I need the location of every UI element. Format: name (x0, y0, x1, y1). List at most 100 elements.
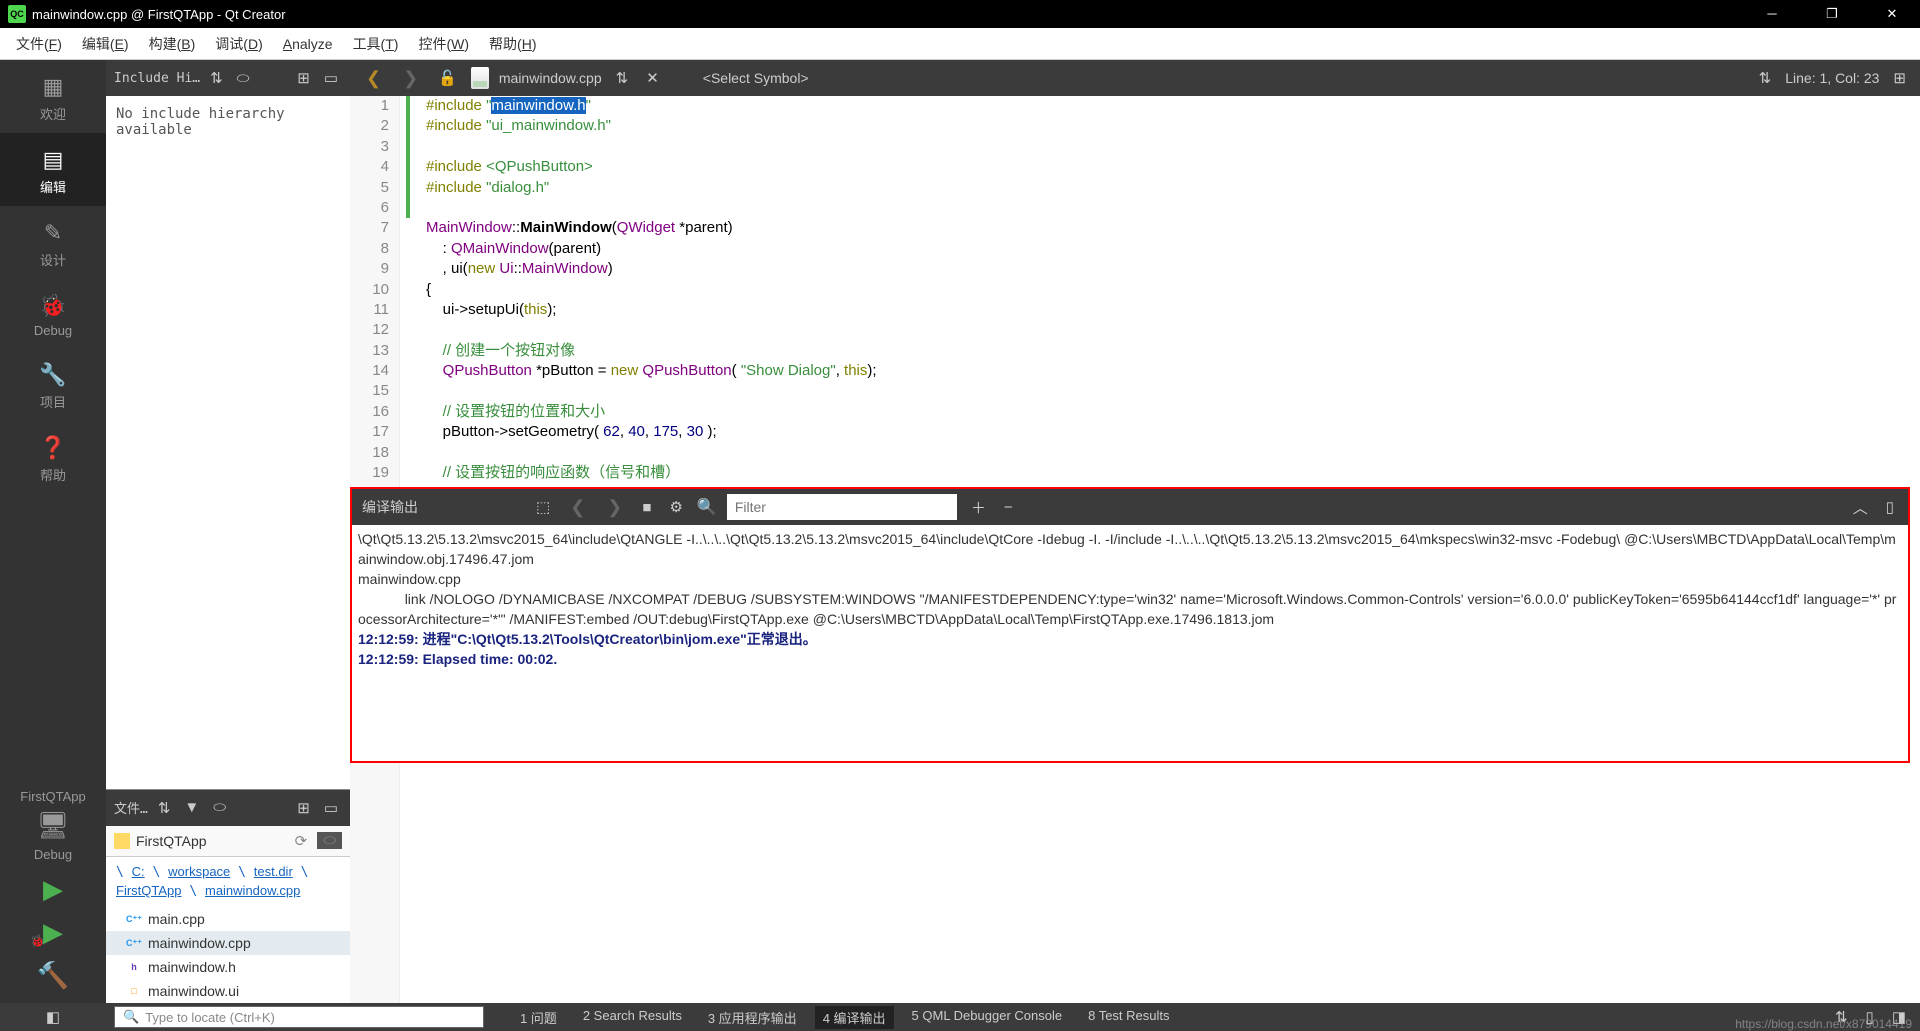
folder-row[interactable]: FirstQTApp ⟳ ⬭ (106, 826, 350, 857)
nav-item-帮助[interactable]: ❓帮助 (0, 421, 106, 494)
line-col-indicator[interactable]: Line: 1, Col: 23 (1785, 70, 1879, 86)
split-icon[interactable]: ⊞ (1889, 67, 1910, 89)
include-panel-toolbar: Include Hi… ⇅ ⬭ ⊞ ▭ (106, 60, 350, 96)
link-icon[interactable]: ⬭ (209, 797, 230, 818)
doc-icon: ▤ (0, 147, 106, 173)
include-dropdown[interactable]: Include Hi… (114, 71, 200, 86)
project-name: FirstQTApp (20, 783, 86, 810)
zoom-in-icon[interactable]: ＋ (967, 495, 990, 520)
nav-item-Debug[interactable]: 🐞Debug (0, 279, 106, 348)
menu-item[interactable]: 构建(B) (141, 32, 204, 56)
status-pane[interactable]: 3 应用程序输出 (700, 1006, 805, 1029)
status-pane[interactable]: 8 Test Results (1080, 1006, 1177, 1029)
status-pane[interactable]: 4 编译输出 (815, 1006, 894, 1029)
stop-icon[interactable]: ■ (638, 497, 655, 518)
file-item[interactable]: hmainwindow.h (106, 955, 350, 979)
watermark: https://blog.csdn.net/x879014419 (1735, 1017, 1912, 1031)
nav-back-icon[interactable]: ❮ (360, 68, 387, 89)
app-icon: QC (8, 5, 26, 23)
status-pane[interactable]: 1 问题 (512, 1006, 565, 1029)
window-title: mainwindow.cpp @ FirstQTApp - Qt Creator (32, 7, 1752, 22)
bug-icon: 🐞 (0, 293, 106, 319)
nav-forward-icon[interactable]: ❯ (397, 68, 424, 89)
updown-icon[interactable]: ⇅ (154, 797, 175, 819)
nav-item-欢迎[interactable]: ▦欢迎 (0, 60, 106, 133)
search-icon: 🔍 (697, 497, 717, 517)
locator-placeholder: Type to locate (Ctrl+K) (145, 1010, 275, 1025)
menu-item[interactable]: 工具(T) (345, 32, 407, 56)
output-toolbar: 编译输出 ⬚ ❮ ❯ ■ ⚙ 🔍 ＋ − ︿ ▯ (352, 489, 1908, 525)
output-title: 编译输出 (362, 497, 432, 517)
status-pane[interactable]: 5 QML Debugger Console (904, 1006, 1071, 1029)
build-button[interactable]: 🔨 (37, 954, 69, 997)
file-item[interactable]: C⁺⁺main.cpp (106, 907, 350, 931)
menu-item[interactable]: Analyze (275, 34, 341, 54)
filter-icon[interactable]: ▼ (180, 797, 203, 818)
maximize-panel-icon[interactable]: ▯ (1882, 496, 1898, 518)
wrench-icon: 🔧 (0, 362, 106, 388)
grid-icon: ▦ (0, 74, 106, 100)
sync-icon[interactable]: ⟳ (291, 830, 312, 852)
ui-file-icon: □ (126, 983, 142, 999)
file-type-icon (471, 67, 489, 89)
output-content[interactable]: \Qt\Qt5.13.2\5.13.2\msvc2015_64\include\… (352, 525, 1908, 761)
updown-icon[interactable]: ⇅ (612, 67, 633, 89)
filter-input[interactable] (727, 494, 957, 520)
zoom-out-icon[interactable]: − (1000, 497, 1017, 518)
status-pane[interactable]: 2 Search Results (575, 1006, 690, 1029)
close-panel-icon[interactable]: ▭ (320, 67, 342, 89)
link-icon[interactable]: ⬭ (233, 68, 254, 89)
breadcrumb[interactable]: \ C: \ workspace \ test.dir \ FirstQTApp… (106, 857, 350, 907)
side-panel: Include Hi… ⇅ ⬭ ⊞ ▭ No include hierarchy… (106, 60, 350, 1003)
file-item[interactable]: □mainwindow.ui (106, 979, 350, 1003)
cpp-file-icon: C⁺⁺ (126, 911, 142, 927)
debug-run-button[interactable]: ▶🐞 (43, 911, 63, 954)
updown-icon[interactable]: ⇅ (206, 67, 227, 89)
minimize-button[interactable]: ─ (1752, 6, 1792, 22)
file-list: C⁺⁺main.cppC⁺⁺mainwindow.cpphmainwindow.… (106, 907, 350, 1003)
run-toolbox: FirstQTApp 🖥 Debug ▶ ▶🐞 🔨 (0, 783, 106, 1003)
collapse-icon[interactable]: ︿ (1849, 495, 1872, 520)
file-item[interactable]: C⁺⁺mainwindow.cpp (106, 931, 350, 955)
nav-item-编辑[interactable]: ▤编辑 (0, 133, 106, 206)
folder-name: FirstQTApp (136, 833, 207, 849)
close-panel-icon[interactable]: ▭ (320, 797, 342, 819)
locator-input[interactable]: 🔍 Type to locate (Ctrl+K) (114, 1006, 484, 1028)
split-icon[interactable]: ⊞ (293, 797, 314, 819)
maximize-button[interactable]: ❐ (1812, 6, 1852, 22)
search-icon: 🔍 (123, 1009, 139, 1025)
menu-item[interactable]: 文件(F) (8, 32, 70, 56)
run-button[interactable]: ▶ (43, 868, 63, 911)
menu-item[interactable]: 调试(D) (207, 32, 270, 56)
file-dropdown[interactable]: 文件… (114, 798, 148, 817)
toggle-sidebar-icon[interactable]: ◧ (42, 1006, 64, 1028)
split-icon[interactable]: ⊞ (293, 67, 314, 89)
h-file-icon: h (126, 959, 142, 975)
cpp-file-icon: C⁺⁺ (126, 935, 142, 951)
symbol-selector[interactable]: <Select Symbol> (703, 70, 1745, 86)
folder-icon (114, 833, 130, 849)
align-icon[interactable]: ⬚ (532, 496, 554, 518)
prev-icon[interactable]: ❮ (564, 497, 591, 518)
nav-item-项目[interactable]: 🔧项目 (0, 348, 106, 421)
pencil-icon: ✎ (0, 220, 106, 246)
lock-icon[interactable]: 🔓 (434, 67, 461, 89)
updown-icon[interactable]: ⇅ (1755, 67, 1776, 89)
gear-icon[interactable]: ⚙ (665, 496, 686, 518)
monitor-icon[interactable]: 🖥 (36, 810, 69, 841)
titlebar: QC mainwindow.cpp @ FirstQTApp - Qt Crea… (0, 0, 1920, 28)
menu-item[interactable]: 编辑(E) (74, 32, 137, 56)
next-icon[interactable]: ❯ (601, 497, 628, 518)
compile-output-panel: 编译输出 ⬚ ❮ ❯ ■ ⚙ 🔍 ＋ − ︿ ▯ \Qt\Qt5.13.2\5.… (350, 487, 1910, 763)
close-button[interactable]: ✕ (1872, 6, 1912, 22)
menubar: 文件(F)编辑(E)构建(B)调试(D)Analyze工具(T)控件(W)帮助(… (0, 28, 1920, 60)
build-config: Debug (34, 841, 72, 868)
menu-item[interactable]: 帮助(H) (481, 32, 544, 56)
link-icon[interactable]: ⬭ (317, 832, 342, 849)
menu-item[interactable]: 控件(W) (410, 32, 477, 56)
close-file-icon[interactable]: ✕ (642, 67, 663, 89)
nav-item-设计[interactable]: ✎设计 (0, 206, 106, 279)
file-panel-toolbar: 文件… ⇅ ▼ ⬭ ⊞ ▭ (106, 790, 350, 826)
question-icon: ❓ (0, 435, 106, 461)
include-hierarchy-message: No include hierarchy available (106, 96, 350, 148)
